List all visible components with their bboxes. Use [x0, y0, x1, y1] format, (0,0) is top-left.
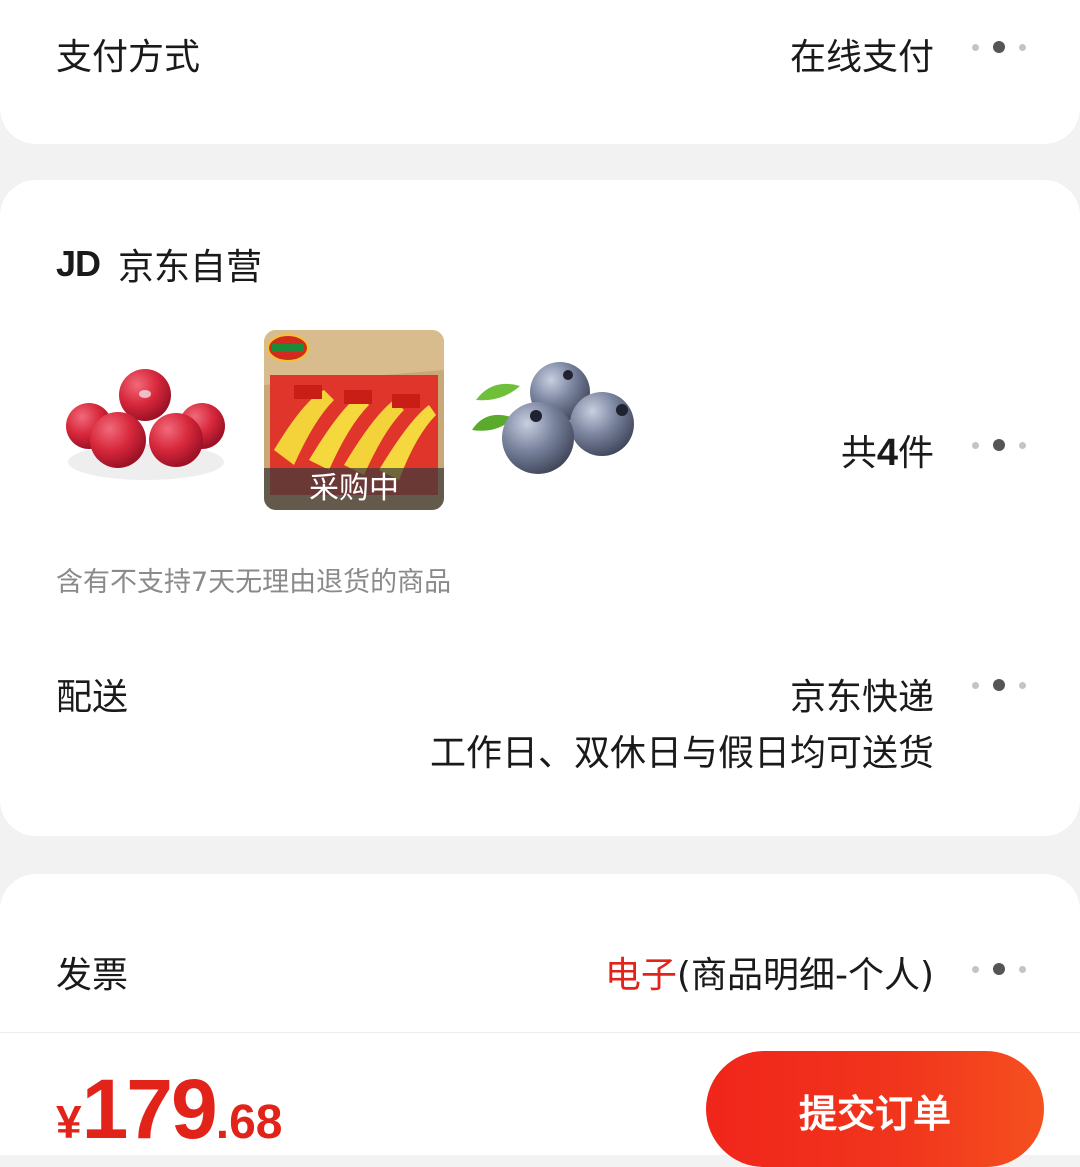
price-decimal: .68 [215, 1096, 283, 1149]
product-thumbnail-blueberry[interactable] [462, 330, 642, 510]
more-icon[interactable] [972, 438, 1026, 452]
payment-method-value: 在线支付 [789, 37, 934, 78]
product-status-badge: 采购中 [264, 468, 444, 510]
payment-method-label: 支付方式 [56, 37, 201, 78]
invoice-value: 电子(商品明细-个人) [605, 946, 934, 998]
return-policy-notice: 含有不支持7天无理由退货的商品 [56, 567, 452, 598]
currency-symbol: ¥ [56, 1096, 82, 1148]
more-icon[interactable] [972, 40, 1026, 54]
jd-logo: JD [56, 243, 101, 284]
item-count-number: 4 [876, 432, 898, 474]
delivery-schedule: 工作日、双休日与假日均可送货 [429, 733, 934, 774]
shop-header: JD 京东自营 [56, 238, 262, 290]
price-integer: 179 [81, 1062, 218, 1156]
payment-method-card[interactable]: 支付方式 在线支付 [0, 0, 1080, 144]
submit-order-button[interactable]: 提交订单 [706, 1051, 1044, 1167]
invoice-label: 发票 [56, 955, 129, 996]
delivery-carrier[interactable]: 京东快递 [790, 668, 934, 720]
more-icon[interactable] [972, 678, 1026, 692]
total-price: ¥179.68 [56, 1061, 282, 1158]
more-icon[interactable] [972, 962, 1026, 976]
shop-order-card: JD 京东自营 采购中 共4件 含有不支持7天无理由退货的商品 配送 京东快递 … [0, 180, 1080, 836]
apple-image [56, 330, 236, 510]
checkout-bar: ¥179.68 提交订单 [0, 1032, 1080, 1167]
delivery-label: 配送 [56, 677, 129, 718]
product-thumbnail-apple[interactable] [56, 330, 236, 510]
blueberry-image [462, 330, 642, 510]
product-thumbnail-banana[interactable]: 采购中 [264, 330, 444, 510]
item-count[interactable]: 共4件 [841, 424, 934, 476]
invoice-type: 电子 [604, 955, 677, 996]
invoice-detail: (商品明细-个人) [676, 955, 934, 996]
shop-name: 京东自营 [118, 247, 263, 288]
